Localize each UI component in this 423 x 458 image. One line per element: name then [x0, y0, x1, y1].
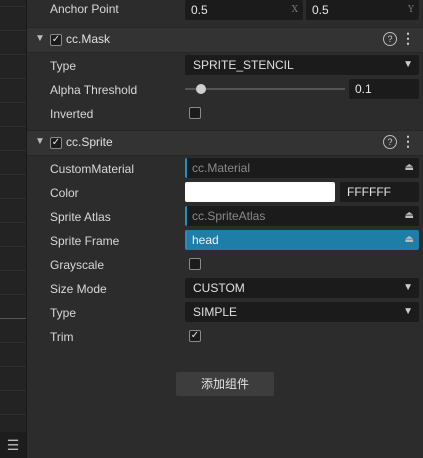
alpha-threshold-input[interactable]: 0.1	[349, 79, 419, 99]
size-mode-label: Size Mode	[50, 282, 107, 296]
anchor-point-row: Anchor Point 0.5 X 0.5 Y	[27, 0, 423, 24]
help-icon[interactable]: ?	[383, 135, 397, 149]
sprite-frame-label: Sprite Frame	[50, 234, 120, 248]
sprite-frame-row: Sprite Frame head ⏏	[27, 230, 423, 254]
inspector-panel: Anchor Point 0.5 X 0.5 Y ▼ cc.Mask ? ⋮ T…	[27, 0, 423, 458]
chevron-down-icon[interactable]: ▼	[35, 136, 45, 147]
sprite-type-row: Type SIMPLE ▼	[27, 302, 423, 326]
custom-material-row: CustomMaterial cc.Material ⏏	[27, 158, 423, 182]
y-axis-label: Y	[408, 5, 414, 15]
sprite-frame-field[interactable]: head ⏏	[185, 230, 419, 250]
sprite-atlas-row: Sprite Atlas cc.SpriteAtlas ⏏	[27, 206, 423, 230]
menu-icon[interactable]: ☰	[0, 432, 26, 458]
anchor-point-label: Anchor Point	[50, 2, 119, 16]
mask-title: cc.Mask	[66, 32, 111, 46]
custom-material-label: CustomMaterial	[50, 162, 135, 176]
mask-type-select[interactable]: SPRITE_STENCIL ▼	[185, 55, 419, 75]
sprite-title: cc.Sprite	[66, 135, 113, 149]
chevron-down-icon: ▼	[403, 59, 413, 70]
color-hex-input[interactable]: FFFFFF	[340, 182, 419, 202]
mask-enabled-checkbox[interactable]	[50, 34, 62, 46]
grayscale-checkbox[interactable]	[189, 258, 201, 270]
mask-component-header[interactable]: ▼ cc.Mask ? ⋮	[27, 27, 423, 53]
size-mode-row: Size Mode CUSTOM ▼	[27, 278, 423, 302]
custom-material-field[interactable]: cc.Material ⏏	[185, 158, 419, 178]
alpha-threshold-slider[interactable]	[185, 84, 345, 94]
more-options-icon[interactable]: ⋮	[401, 133, 415, 150]
inverted-label: Inverted	[50, 107, 94, 121]
grayscale-label: Grayscale	[50, 258, 105, 272]
alpha-threshold-row: Alpha Threshold 0.1	[27, 79, 423, 103]
color-label: Color	[50, 186, 79, 200]
anchor-x-value: 0.5	[191, 3, 208, 17]
color-hex-value: FFFFFF	[347, 185, 391, 199]
help-icon[interactable]: ?	[383, 32, 397, 46]
sprite-type-value: SIMPLE	[193, 305, 238, 319]
sprite-frame-value: head	[192, 233, 219, 247]
inverted-checkbox[interactable]	[189, 107, 201, 119]
chevron-down-icon[interactable]: ▼	[35, 33, 45, 44]
color-row: Color FFFFFF	[27, 182, 423, 206]
anchor-x-input[interactable]: 0.5 X	[185, 0, 303, 20]
asset-picker-icon[interactable]: ⏏	[405, 158, 414, 178]
alpha-threshold-value: 0.1	[355, 82, 372, 96]
size-mode-select[interactable]: CUSTOM ▼	[185, 278, 419, 298]
trim-checkbox[interactable]	[189, 330, 201, 342]
more-options-icon[interactable]: ⋮	[401, 30, 415, 47]
mask-type-value: SPRITE_STENCIL	[193, 58, 294, 72]
asset-picker-icon[interactable]: ⏏	[405, 230, 414, 250]
sprite-enabled-checkbox[interactable]	[50, 137, 62, 149]
anchor-y-input[interactable]: 0.5 Y	[306, 0, 419, 20]
trim-label: Trim	[50, 330, 74, 344]
chevron-down-icon: ▼	[403, 282, 413, 293]
trim-row: Trim	[27, 326, 423, 350]
mask-type-label: Type	[50, 59, 77, 73]
asset-picker-icon[interactable]: ⏏	[405, 206, 414, 226]
mask-type-row: Type SPRITE_STENCIL ▼	[27, 55, 423, 79]
alpha-threshold-label: Alpha Threshold	[50, 83, 138, 97]
grayscale-row: Grayscale	[27, 254, 423, 278]
sprite-component-header[interactable]: ▼ cc.Sprite ? ⋮	[27, 130, 423, 156]
sprite-atlas-label: Sprite Atlas	[50, 210, 111, 224]
inverted-row: Inverted	[27, 103, 423, 127]
chevron-down-icon: ▼	[403, 306, 413, 317]
sprite-type-label: Type	[50, 306, 77, 320]
sprite-atlas-value: cc.SpriteAtlas	[192, 209, 266, 223]
custom-material-value: cc.Material	[192, 161, 251, 175]
anchor-y-value: 0.5	[312, 3, 329, 17]
sprite-type-select[interactable]: SIMPLE ▼	[185, 302, 419, 322]
add-component-button[interactable]: 添加组件	[176, 372, 274, 396]
sprite-atlas-field[interactable]: cc.SpriteAtlas ⏏	[185, 206, 419, 226]
size-mode-value: CUSTOM	[193, 281, 245, 295]
left-panel-strip: ☰	[0, 0, 27, 458]
x-axis-label: X	[291, 5, 298, 15]
slider-handle[interactable]	[196, 84, 206, 94]
color-swatch[interactable]	[185, 182, 335, 202]
